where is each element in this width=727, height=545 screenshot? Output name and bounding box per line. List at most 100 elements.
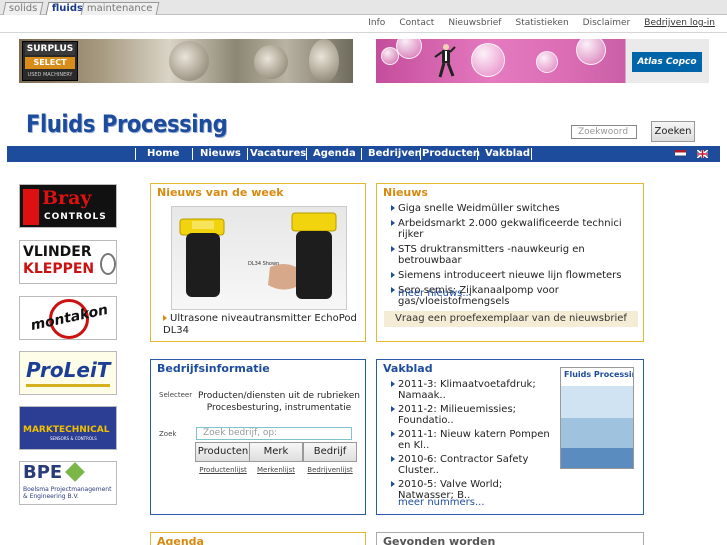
bubble-graphic [536, 51, 558, 73]
sponsor-vlinderkleppen-logo[interactable]: VLINDER KLEPPEN [19, 240, 117, 284]
nav-producten[interactable]: Producten [422, 146, 480, 162]
meer-nieuws-link[interactable]: meer nieuws... [398, 288, 472, 299]
proefexemplaar-button[interactable]: Vraag een proefexemplaar van de nieuwsbr… [384, 311, 638, 327]
sponsor-montakon-logo[interactable]: montakon [19, 296, 117, 340]
news-item[interactable]: Giga snelle Weidmüller switches [391, 203, 635, 214]
site-tab-label: maintenance [86, 3, 153, 14]
productenlijst-link[interactable]: Productenlijst [195, 466, 251, 474]
site-tab-solids[interactable]: solids [2, 2, 44, 15]
issue-list: 2011-3: Klimaatvoetafdruk; Namaak.. 2011… [391, 379, 551, 504]
panel-title: Gevonden worden [383, 535, 496, 545]
surplus-select-banner[interactable]: SURPLUS SELECT USED MACHINERY [19, 39, 353, 83]
magazine-cover[interactable]: Fluids Processing [560, 367, 634, 469]
zoek-label: Zoek [159, 430, 177, 438]
nav-vacatures[interactable]: Vacatures [250, 146, 306, 162]
merkenlijst-link[interactable]: Merkenlijst [249, 466, 303, 474]
bullet-icon [391, 456, 395, 462]
echopod-image: DL34 Shown [179, 212, 337, 299]
bubble-graphic [396, 39, 422, 59]
bullet-icon [163, 315, 167, 321]
company-search-input[interactable]: Zoek bedrijf, op: [196, 427, 352, 440]
issue-item[interactable]: 2010-6: Contractor Safety Cluster.. [391, 454, 551, 476]
nav-separator [361, 148, 362, 160]
news-item[interactable]: Arbeidsmarkt 2.000 gekwalificeerde techn… [391, 218, 635, 240]
magazine-cover-title: Fluids Processing [564, 370, 633, 379]
nav-separator [531, 148, 532, 160]
meer-nummers-link[interactable]: meer nummers... [398, 497, 485, 508]
sponsor-marktechnical-logo[interactable]: MARKTECHNICAL SENSORS & CONTROLS [19, 406, 117, 450]
bpex-subtext: Boelsma Projectmanagement & Engineering … [23, 486, 112, 500]
bray-controls-text: CONTROLS [44, 212, 107, 222]
marktechnical-subtext: SENSORS & CONTROLS [50, 436, 97, 441]
panel-title: Nieuws van de week [157, 186, 284, 199]
site-tab-maintenance[interactable]: maintenance [80, 2, 159, 15]
issue-item[interactable]: 2011-3: Klimaatvoetafdruk; Namaak.. [391, 379, 551, 401]
nav-agenda[interactable]: Agenda [313, 146, 356, 162]
link-bedrijven-login[interactable]: Bedrijven log-in [644, 18, 715, 28]
product-photo[interactable]: DL34 Shown [171, 206, 347, 310]
link-contact[interactable]: Contact [399, 18, 434, 28]
select-logo-text: SELECT [25, 57, 75, 69]
nav-home[interactable]: Home [147, 146, 179, 162]
news-item-text: Giga snelle Weidmüller switches [398, 203, 560, 214]
news-item-text: STS druktransmitters -nauwkeurig en betr… [398, 244, 585, 266]
issue-item-text: 2011-2: Milieuemissies; Foundatio.. [398, 404, 517, 426]
site-logo[interactable]: Fluids Processing [26, 110, 228, 138]
nav-bedrijven[interactable]: Bedrijven [368, 146, 422, 162]
link-nieuwsbrief[interactable]: Nieuwsbrief [448, 18, 501, 28]
search-button[interactable]: Zoeken [651, 121, 695, 142]
valve-icon [100, 253, 116, 275]
link-statistieken[interactable]: Statistieken [515, 18, 568, 28]
bullet-icon [391, 431, 395, 437]
uk-flag-icon[interactable] [697, 150, 708, 158]
machine-image [309, 39, 339, 83]
news-item[interactable]: STS druktransmitters -nauwkeurig en betr… [391, 244, 635, 266]
issue-item-text: 2011-3: Klimaatvoetafdruk; Namaak.. [398, 379, 536, 401]
bullet-icon [391, 381, 395, 387]
sponsor-bpex-logo[interactable]: BPE Boelsma Projectmanagement & Engineer… [19, 461, 117, 505]
panel-title: Bedrijfsinformatie [157, 362, 270, 375]
bedrijfsinformatie-panel: Bedrijfsinformatie Selecteer Producten/d… [150, 359, 366, 515]
nav-vakblad[interactable]: Vakblad [485, 146, 530, 162]
link-info[interactable]: Info [368, 18, 385, 28]
main-nav: Home Nieuws Vacatures Agenda Bedrijven P… [7, 146, 720, 162]
panel-title: Vakblad [383, 362, 433, 375]
bedrijvenlijst-link[interactable]: Bedrijvenlijst [303, 466, 357, 474]
utility-links: Info Contact Nieuwsbrief Statistieken Di… [354, 18, 715, 28]
vakblad-panel: Vakblad 2011-3: Klimaatvoetafdruk; Namaa… [376, 359, 644, 515]
news-item-text: Arbeidsmarkt 2.000 gekwalificeerde techn… [398, 218, 622, 240]
dutch-flag-icon[interactable] [675, 150, 686, 158]
bullet-icon [391, 246, 395, 252]
nav-nieuws[interactable]: Nieuws [200, 146, 241, 162]
issue-item[interactable]: 2011-1: Nieuw katern Pompen en Kl.. [391, 429, 551, 451]
nieuws-panel: Nieuws Giga snelle Weidmüller switches A… [376, 183, 644, 342]
producten-button[interactable]: Producten [195, 442, 251, 462]
news-item[interactable]: Siemens introduceert nieuwe lijn flowmet… [391, 270, 635, 281]
machine-image [254, 45, 288, 79]
surplus-logo-text: SURPLUS [25, 44, 75, 55]
site-tab-label: solids [8, 3, 38, 14]
bullet-icon [391, 272, 395, 278]
nav-separator [135, 148, 136, 160]
issue-item-text: 2010-6: Contractor Safety Cluster.. [398, 454, 529, 476]
merk-button[interactable]: Merk [249, 442, 303, 462]
panel-title: Agenda [157, 535, 204, 545]
panel-title: Nieuws [383, 186, 428, 199]
issue-item[interactable]: 2011-2: Milieuemissies; Foundatio.. [391, 404, 551, 426]
proleit-text: ProLeiT [26, 358, 111, 382]
caption-text: Ultrasone niveautransmitter EchoPod DL34 [163, 313, 357, 336]
selecteer-dropdown[interactable]: Producten/diensten uit de rubrieken Proc… [195, 390, 363, 414]
bubble-graphic [576, 39, 606, 65]
divider [0, 32, 727, 33]
bedrijf-button[interactable]: Bedrijf [303, 442, 357, 462]
gevonden-worden-panel: Gevonden worden [376, 532, 644, 545]
atlas-copco-banner[interactable]: Atlas Copco [376, 39, 709, 83]
news-item-text: Siemens introduceert nieuwe lijn flowmet… [398, 270, 622, 281]
sponsor-proleit-logo[interactable]: ProLeiT [19, 351, 117, 395]
sponsor-bray-logo[interactable]: Bray CONTROLS [19, 184, 117, 228]
surplus-select-logo: SURPLUS SELECT USED MACHINERY [22, 41, 78, 81]
product-caption[interactable]: Ultrasone niveautransmitter EchoPod DL34 [163, 313, 359, 337]
nav-separator [477, 148, 478, 160]
search-input[interactable]: Zoekwoord [571, 125, 637, 139]
link-disclaimer[interactable]: Disclaimer [583, 18, 631, 28]
